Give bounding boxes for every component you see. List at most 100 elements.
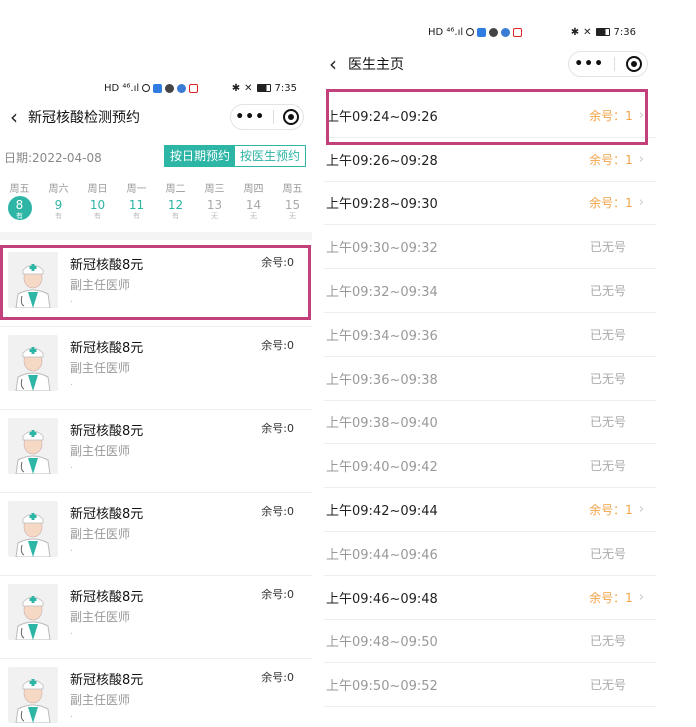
doctor-name: 新冠核酸8元: [70, 590, 144, 605]
date-number: 10 有: [86, 196, 110, 220]
slot-time: 上午09:30~09:32: [326, 241, 438, 257]
battery-icon: [595, 28, 610, 36]
mute-icon: ✕: [244, 82, 253, 94]
slot-status-text: 已无号: [589, 371, 626, 386]
remaining-count: 余号:0: [261, 505, 294, 518]
by-date-button[interactable]: 按日期预约: [164, 146, 235, 166]
day-item[interactable]: 周一 11 有: [117, 180, 156, 230]
back-chevron-icon[interactable]: ‹: [318, 52, 348, 76]
weekday-label: 周一: [126, 184, 147, 195]
app-icon: [165, 83, 175, 93]
date-number: 15 无: [281, 196, 305, 220]
doctor-name: 新冠核酸8元: [70, 424, 144, 439]
highlight-box: [0, 245, 311, 320]
mini-program-capsule: •••: [568, 51, 648, 77]
status-bar: HD ⁴⁶.ıl ✱ ✕ 7:35: [0, 78, 312, 98]
slot-time: 上午09:36~09:38: [326, 372, 438, 388]
doctor-card[interactable]: 新冠核酸8元 副主任医师. 余号:0: [0, 327, 312, 410]
slot-status-text: 余号：1: [589, 152, 633, 167]
doctor-note: .: [70, 543, 74, 554]
time-slot-row: 上午09:50~09:52 已无号: [324, 663, 656, 708]
more-icon[interactable]: •••: [574, 56, 604, 72]
day-item[interactable]: 周五 8 有: [0, 180, 39, 230]
weekday-label: 周五: [9, 184, 30, 195]
slot-status: 已无号: [590, 413, 626, 430]
time-slot-list: 上午09:24~09:26 余号：1 › 上午09:26~09:28 余号：1 › 上午09…: [324, 94, 656, 708]
remaining-count: 余号:0: [261, 339, 294, 352]
app-icon: [489, 27, 499, 37]
doctor-card[interactable]: 新冠核酸8元 副主任医师. 余号:0: [0, 410, 312, 493]
mute-icon: ✕: [583, 26, 592, 38]
date-value: 13: [206, 198, 223, 212]
slot-status: 余号：1 ›: [589, 501, 644, 518]
doctor-card[interactable]: 新冠核酸8元 副主任医师. 余号:0: [0, 576, 312, 659]
day-item[interactable]: 周五 15 无: [273, 180, 312, 230]
slot-status-text: 余号：1: [589, 503, 633, 518]
day-item[interactable]: 周六 9 有: [39, 180, 78, 230]
time-slot-row[interactable]: 上午09:28~09:30 余号：1 ›: [324, 182, 656, 226]
weekday-label: 周四: [243, 184, 264, 195]
slot-time: 上午09:48~09:50: [326, 635, 438, 651]
weekday-label: 周五: [282, 184, 303, 195]
day-item[interactable]: 周二 12 有: [156, 180, 195, 230]
slot-status-text: 已无号: [589, 327, 626, 342]
time-slot-row[interactable]: 上午09:42~09:44 余号：1 ›: [324, 488, 656, 532]
time-slot-row: 上午09:40~09:42 已无号: [324, 444, 656, 489]
day-item[interactable]: 周三 13 无: [195, 180, 234, 230]
nav-header: ‹ 新冠核酸检测预约 •••: [0, 100, 312, 134]
app-icon: [189, 83, 199, 93]
app-icon: [177, 83, 187, 93]
day-item[interactable]: 周日 10 有: [78, 180, 117, 230]
remaining-count: 余号:0: [261, 671, 294, 684]
booking-mode-toggle: 按日期预约 按医生预约: [163, 145, 306, 167]
doctor-card[interactable]: 新冠核酸8元 副主任医师. 余号:0: [0, 493, 312, 576]
slot-time: 上午09:32~09:34: [326, 285, 438, 301]
date-number: 11 有: [125, 196, 149, 220]
doctor-avatar-icon: [8, 584, 58, 640]
weekday-label: 周六: [48, 184, 69, 195]
close-target-icon[interactable]: [282, 109, 299, 125]
time-slot-row[interactable]: 上午09:46~09:48 余号：1 ›: [324, 576, 656, 620]
slot-status-text: 已无号: [589, 240, 626, 255]
weekday-label: 周三: [204, 184, 225, 195]
doctor-title: 副主任医师: [70, 444, 131, 458]
left-screen: HD ⁴⁶.ıl ✱ ✕ 7:35 ‹ 新冠核酸检测预约 ••• 日期:2022…: [0, 0, 312, 727]
doctor-avatar-icon: [8, 667, 58, 723]
app-icon: [477, 27, 487, 37]
slot-status-text: 已无号: [589, 415, 626, 430]
date-number: 9有: [47, 196, 71, 220]
by-doctor-button[interactable]: 按医生预约: [234, 146, 305, 166]
slot-time: 上午09:26~09:28: [326, 153, 438, 169]
slot-status: 已无号: [590, 457, 626, 474]
highlight-box: [326, 89, 648, 145]
doctor-title: 副主任医师: [70, 527, 131, 541]
nav-header: ‹ 医生主页 •••: [318, 46, 658, 82]
slot-status: 已无号: [590, 370, 626, 387]
date-label: 日期:2022-04-08: [4, 150, 102, 165]
battery-icon: [256, 84, 271, 92]
time-slot-row: 上午09:32~09:34 已无号: [324, 269, 656, 313]
slot-status-text: 已无号: [589, 284, 626, 299]
availability-mark: 有: [172, 212, 179, 220]
doctor-avatar-icon: [8, 335, 58, 391]
app-icon: [153, 83, 163, 93]
day-item[interactable]: 周四 14 无: [234, 180, 273, 230]
time-slot-row: 上午09:38~09:40 已无号: [324, 401, 656, 445]
more-icon[interactable]: •••: [235, 109, 265, 125]
availability-mark: 有: [133, 212, 140, 220]
slot-status: 余号：1 ›: [589, 589, 644, 606]
close-target-icon[interactable]: [625, 56, 642, 72]
bluetooth-icon: ✱: [570, 26, 580, 38]
availability-mark: 有: [55, 212, 62, 220]
doctor-name: 新冠核酸8元: [70, 341, 144, 356]
slot-status-text: 余号：1: [589, 196, 633, 211]
availability-mark: 无: [211, 212, 218, 220]
doctor-avatar-icon: [8, 501, 58, 557]
slot-time: 上午09:50~09:52: [326, 679, 438, 695]
slot-status: 已无号: [590, 326, 626, 343]
doctor-card[interactable]: 新冠核酸8元 副主任医师. 余号:0: [0, 659, 312, 727]
date-value: 15: [284, 198, 301, 212]
slot-status: 已无号: [590, 632, 626, 649]
section-divider: [0, 232, 312, 240]
back-chevron-icon[interactable]: ‹: [0, 105, 28, 129]
